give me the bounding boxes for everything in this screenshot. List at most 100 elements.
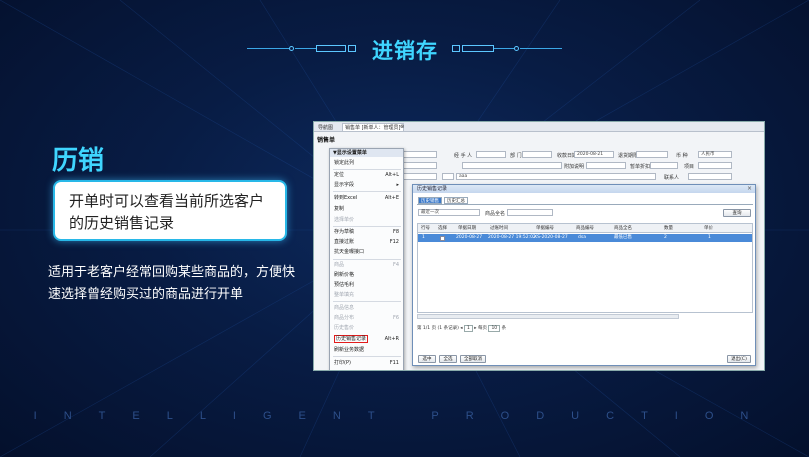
body-text: 适用于老客户经常回购某些商品的，方便快速选择曾经购买过的商品进行开单 xyxy=(48,265,296,302)
menu-item-profit[interactable]: 预估毛利 xyxy=(330,281,403,289)
menu-separator xyxy=(333,226,401,227)
menu-shortcut: Alt+L xyxy=(385,172,399,178)
column-header: 商品编号 xyxy=(576,226,594,231)
header: 进销存 xyxy=(0,35,809,63)
pager: 第 1/1 页 (1 条记录) ◂ 1 ▸ 每页 10 条 xyxy=(417,325,506,332)
menu-shortcut: F4 xyxy=(392,262,399,268)
close-icon[interactable]: × xyxy=(747,185,752,193)
menu-shortcut: Alt+R xyxy=(384,336,399,342)
menu-item-fill[interactable]: 整单填充 xyxy=(330,291,403,299)
header-deco-line xyxy=(520,48,562,49)
page-number-input[interactable]: 1 xyxy=(463,325,473,332)
menu-item-excel[interactable]: 转到Excel Alt+E xyxy=(330,194,403,202)
query-button[interactable]: 查询 xyxy=(723,209,751,217)
tab-navigation[interactable]: 导航图 xyxy=(318,124,333,131)
menu-item-label: 打印(P) xyxy=(334,360,351,366)
form-field[interactable] xyxy=(402,162,437,169)
menu-item-label: 刷新业务数据 xyxy=(334,347,365,353)
dialog-title: 历史销售记录 xyxy=(417,186,448,192)
menu-item-label: 复制 xyxy=(334,206,345,212)
select-all-button[interactable]: 全选 xyxy=(439,355,457,363)
menu-item-post[interactable]: 直接过账 F12 xyxy=(330,238,403,246)
horizontal-scrollbar[interactable] xyxy=(417,314,679,319)
dept-field[interactable] xyxy=(522,151,552,158)
menu-item-label: 存为草稿 xyxy=(334,229,355,235)
handler-field[interactable] xyxy=(476,151,506,158)
form-field[interactable] xyxy=(462,162,562,169)
menu-item-locate[interactable]: 定位 Alt+L xyxy=(330,171,403,179)
tab-history-sales[interactable]: 历史销售 xyxy=(418,197,442,204)
form-field[interactable] xyxy=(402,173,437,180)
menu-item-history-sales[interactable]: 历史销售记录 Alt+R xyxy=(330,335,403,343)
date-field[interactable]: 2020-08-21 xyxy=(574,151,614,158)
column-header: 行号 xyxy=(421,226,430,231)
menu-shortcut: F6 xyxy=(392,315,399,321)
project-field[interactable] xyxy=(698,162,732,169)
exit-button[interactable]: 退出(C) xyxy=(727,355,751,363)
menu-item-display-settings[interactable]: ▼显示设置菜单 xyxy=(330,149,403,157)
menu-item-label: 锁定此列 xyxy=(334,160,355,166)
extra-field[interactable] xyxy=(586,162,626,169)
deselect-all-button[interactable]: 全部取消 xyxy=(460,355,486,363)
project-label: 项目 xyxy=(684,164,695,170)
table-row[interactable]: 1 2020-08-27 2020-08-27 19:52:02 XS-2020… xyxy=(418,234,752,242)
menu-item-print[interactable]: 打印(P) F11 xyxy=(330,359,403,367)
deadline-label: 退货期限 xyxy=(618,153,639,159)
contact-field[interactable] xyxy=(688,173,732,180)
deadline-field[interactable] xyxy=(636,151,668,158)
menu-separator xyxy=(333,169,401,170)
close-icon[interactable]: ⊗ xyxy=(400,124,404,130)
menu-item-lock-column[interactable]: 锁定此列 xyxy=(330,159,403,167)
menu-shortcut: F11 xyxy=(389,360,399,366)
menu-shortcut: F8 xyxy=(392,229,399,235)
column-header: 单价 xyxy=(704,226,713,231)
menu-item-label: 选择单价 xyxy=(334,217,355,223)
contact-label: 联系人 xyxy=(664,175,680,181)
select-button[interactable]: 选中 xyxy=(418,355,436,363)
menu-item-label: 整单填充 xyxy=(334,292,355,298)
doc-title: 销售单 xyxy=(317,137,336,144)
menu-item-copy[interactable]: 复制 xyxy=(330,205,403,213)
currency-select[interactable]: 人民币 xyxy=(698,151,732,158)
screenshot-tab-bar: 导航图 销售单 [新单人：管理员] ⊗ xyxy=(314,122,764,132)
tab-divider xyxy=(417,204,753,205)
dept-label: 部 门 xyxy=(510,153,522,159)
column-header: 商品全名 xyxy=(614,226,632,231)
per-page-input[interactable]: 10 xyxy=(488,325,501,332)
menu-item-refresh-data[interactable]: 刷新业务数据 xyxy=(330,346,403,354)
tab-sales-order[interactable]: 销售单 [新单人：管理员] xyxy=(342,123,404,132)
table-cell: dsa xyxy=(578,235,586,240)
menu-item-interface[interactable]: 抗天金曝接口 xyxy=(330,248,403,256)
column-header: 过账时间 xyxy=(490,226,508,231)
menu-item-show-fields[interactable]: 显示字段 ▸ xyxy=(330,181,403,189)
history-dialog: 历史销售记录 × 历史销售 历史汇总 最近一次 商品全名 查询 行号 选择 单据… xyxy=(412,184,756,366)
menu-item-save-draft[interactable]: 存为草稿 F8 xyxy=(330,228,403,236)
menu-item-product[interactable]: 商品 F4 xyxy=(330,261,403,269)
product-select[interactable] xyxy=(507,209,553,216)
settle-field[interactable] xyxy=(650,162,678,169)
tab-history-summary[interactable]: 历史汇总 xyxy=(444,197,468,204)
per-page-label: 每页 xyxy=(478,326,487,331)
menu-shortcut: F12 xyxy=(389,239,399,245)
header-deco-circle xyxy=(514,46,519,51)
table-cell: XS-2020-08-27 xyxy=(534,235,568,240)
menu-item-refresh-price[interactable]: 刷新价格 xyxy=(330,271,403,279)
table-cell: 2020-08-27 19:52:02 xyxy=(488,235,536,240)
form-row: 附加说明 暂单折扣 项目 xyxy=(402,162,764,170)
menu-item-distribution[interactable]: 商品分布 F6 xyxy=(330,314,403,322)
column-header: 单据编号 xyxy=(536,226,554,231)
form-field[interactable] xyxy=(442,173,454,180)
menu-item-select-price[interactable]: 选择单价 xyxy=(330,216,403,224)
filter-select[interactable]: 最近一次 xyxy=(418,209,480,216)
row-checkbox[interactable] xyxy=(440,236,445,241)
form-row: 经 手 人 部 门 收款日期 2020-08-21 退货期限 币 种 人民币 xyxy=(402,151,764,159)
customer-name-field[interactable]: aaa xyxy=(456,173,656,180)
customer-field[interactable] xyxy=(402,151,437,158)
table-cell: 2020-08-27 xyxy=(456,235,483,240)
menu-item-history-price[interactable]: 历史售价 xyxy=(330,324,403,332)
per-page-unit: 条 xyxy=(501,326,507,331)
menu-item-label: 显示字段 xyxy=(334,182,355,188)
menu-item-product-info[interactable]: 商品信息 xyxy=(330,304,403,312)
menu-item-label: 商品 xyxy=(334,262,345,268)
menu-separator xyxy=(333,356,401,357)
